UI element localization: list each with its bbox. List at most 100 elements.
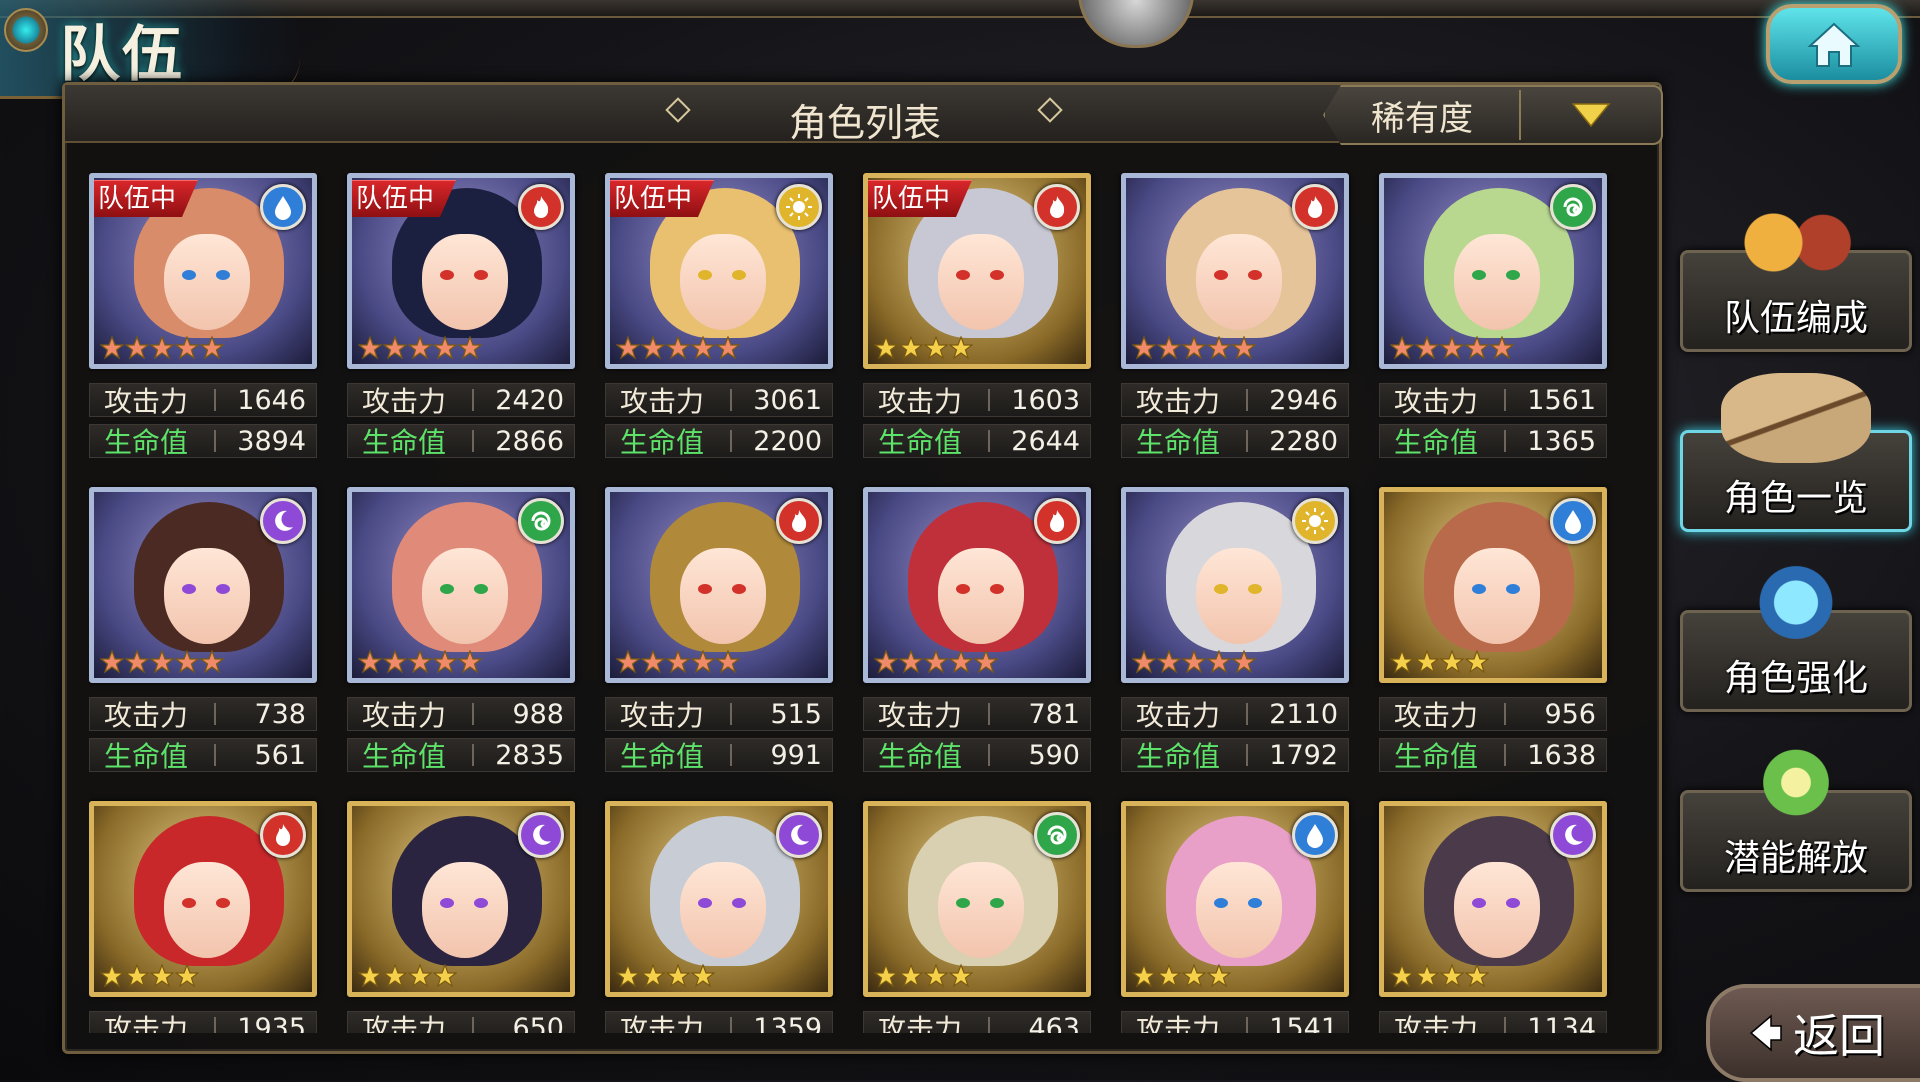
enhance-crystal-icon [1721,553,1871,643]
light-element-icon [776,184,822,230]
wind-element-icon [1550,184,1596,230]
attack-stat-value: 1646 [237,384,306,416]
rarity-star-icon [408,650,432,674]
hp-stat-label: 生命值 [620,426,705,459]
character-portrait[interactable] [605,487,833,683]
home-button[interactable] [1766,4,1902,84]
rarity-star-icon [1157,336,1181,360]
character-face [1454,862,1540,958]
hp-stat-value: 2644 [1011,425,1080,457]
hp-stat: 生命值 2835 [347,738,575,773]
rarity-star-icon [1157,650,1181,674]
character-portrait[interactable] [1121,173,1349,369]
character-portrait[interactable] [89,801,317,997]
character-portrait[interactable] [1379,487,1607,683]
rarity-stars [100,336,225,360]
triangle-down-icon [1571,103,1611,128]
rarity-stars [874,964,974,988]
hp-stat: 生命值 561 [89,738,317,773]
attack-stat-label: 攻击力 [1136,699,1221,732]
hp-stat-value: 2866 [495,425,564,457]
side-menu-button[interactable]: 角色一览 [1680,373,1912,532]
side-menu-button[interactable]: 队伍编成 [1680,193,1912,352]
rarity-star-icon [1207,964,1231,988]
attack-stat: 攻击力 515 [605,697,833,732]
character-portrait[interactable] [863,801,1091,997]
rarity-stars [616,336,741,360]
side-menu-label: 角色强化 [1723,658,1868,699]
character-portrait[interactable] [1121,487,1349,683]
character-portrait[interactable] [1121,801,1349,997]
hp-stat-label: 生命值 [878,426,963,459]
back-button[interactable]: 返回 [1706,984,1920,1082]
rarity-star-icon [1440,964,1464,988]
character-eye [990,898,1004,908]
hp-stat: 生命值 590 [863,738,1091,773]
attack-stat-label: 攻击力 [620,1013,705,1033]
water-element-icon [260,184,306,230]
character-portrait[interactable] [1379,801,1607,997]
page-title: 队伍 [60,20,184,90]
hp-stat-label: 生命值 [1136,426,1221,459]
rarity-star-icon [924,336,948,360]
character-eye [1506,584,1520,594]
character-portrait[interactable] [1379,173,1607,369]
rarity-star-icon [949,650,973,674]
fire-element-icon [260,812,306,858]
in-team-badge: 队伍中 [864,180,972,217]
character-face [422,234,508,330]
rarity-star-icon [458,336,482,360]
rarity-star-icon [1415,336,1439,360]
sort-dropdown[interactable]: 稀有度 [1323,85,1663,145]
hp-stat: 生命值 1638 [1379,738,1607,773]
character-grid: 队伍中 攻击力 1646 生命值 3894 队伍中 攻击力 2420 生命值 2866 队伍中 攻击力… [89,173,1649,1033]
in-team-badge: 队伍中 [348,180,456,217]
rarity-star-icon [949,336,973,360]
attack-stat-value: 1561 [1527,384,1596,416]
character-portrait[interactable] [347,801,575,997]
attack-stat-label: 攻击力 [878,699,963,732]
rarity-star-icon [1390,336,1414,360]
character-face [1454,548,1540,644]
character-portrait[interactable]: 队伍中 [605,173,833,369]
side-menu-button[interactable]: 潜能解放 [1680,733,1912,892]
rarity-star-icon [1440,336,1464,360]
sort-toggle[interactable] [1521,102,1661,128]
character-portrait[interactable]: 队伍中 [863,173,1091,369]
potential-orb-icon [1721,733,1871,823]
in-team-badge: 队伍中 [90,180,198,217]
character-face [422,548,508,644]
dark-element-icon [1550,812,1596,858]
water-element-icon [1550,498,1596,544]
character-eye [1472,270,1486,280]
panel-header: 角色列表 稀有度 [65,85,1663,145]
attack-stat: 攻击力 738 [89,697,317,732]
character-portrait[interactable]: 队伍中 [89,173,317,369]
hp-stat-label: 生命值 [362,426,447,459]
rarity-star-icon [1132,650,1156,674]
rarity-star-icon [100,964,124,988]
character-portrait[interactable] [347,487,575,683]
character-face [1196,234,1282,330]
wind-element-icon [1034,812,1080,858]
side-menu-button[interactable]: 角色强化 [1680,553,1912,712]
hp-stat-label: 生命值 [1394,740,1479,773]
character-portrait[interactable] [89,487,317,683]
fire-element-icon [1034,184,1080,230]
character-eye [1472,584,1486,594]
hp-stat: 生命值 2200 [605,424,833,459]
rarity-star-icon [716,650,740,674]
hp-stat-value: 1365 [1527,425,1596,457]
attack-stat-label: 攻击力 [620,385,705,418]
in-team-badge: 队伍中 [606,180,714,217]
back-arrow-icon [1749,1014,1782,1052]
character-portrait[interactable] [863,487,1091,683]
rarity-stars [1132,964,1232,988]
character-portrait[interactable] [605,801,833,997]
character-face [1196,548,1282,644]
character-portrait[interactable]: 队伍中 [347,173,575,369]
rarity-star-icon [100,336,124,360]
fire-element-icon [1292,184,1338,230]
rarity-star-icon [874,650,898,674]
character-eye [474,584,488,594]
